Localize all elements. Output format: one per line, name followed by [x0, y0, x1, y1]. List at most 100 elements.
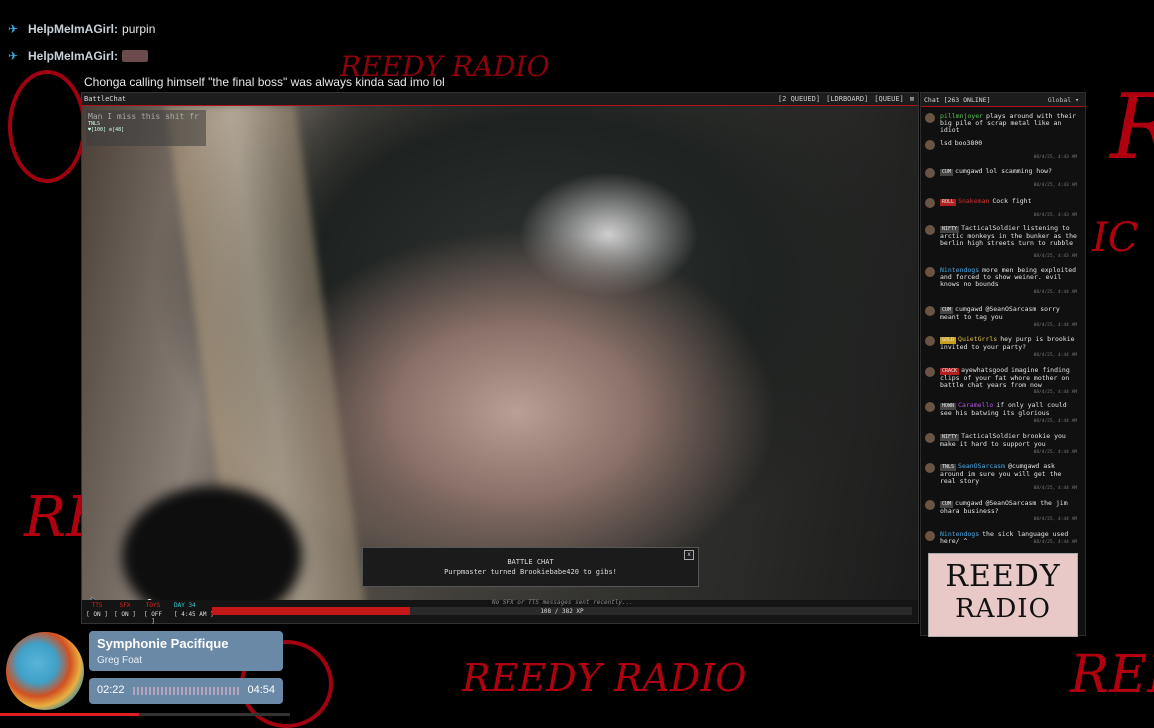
chat-message: HOWN Caramello if only yall could see his … — [925, 402, 1081, 424]
avatar[interactable] — [925, 113, 935, 123]
chat-badge: ROLL — [940, 199, 957, 206]
total-time: 04:54 — [247, 684, 275, 696]
overlay-chat-user: HelpMeImAGirl: — [28, 22, 119, 36]
leaderboard-button[interactable]: [LDRBOARD] — [826, 95, 868, 103]
avatar[interactable] — [925, 198, 935, 208]
overlay-chat-user: HelpMeImAGirl: — [28, 49, 119, 63]
chat-timestamp: 08/4/25, 4:44 AM — [1033, 450, 1077, 455]
chat-message: lsd boo3800 08/4/25, 4:43 AM — [925, 140, 1081, 160]
chat-text: boo3800 — [954, 139, 983, 147]
music-player: Symphonie Pacifique Greg Foat 02:22 04:5… — [0, 628, 290, 720]
close-window-icon[interactable]: ⊠ — [910, 95, 914, 103]
logo-line-2: RADIO — [955, 594, 1051, 624]
chat-message-body: HOWN Caramello if only yall could see his … — [940, 402, 1080, 417]
toggle-label: SFX — [119, 602, 131, 609]
chat-username[interactable]: cumgawd — [955, 167, 982, 175]
avatar[interactable] — [925, 433, 935, 443]
bg-r-right: R — [1110, 75, 1154, 180]
toggle-value: [ OFF ] — [143, 611, 163, 625]
current-time: 02:22 — [97, 684, 125, 696]
no-sfx-message: No SFX or TTS messages sent recently... — [492, 599, 633, 606]
chat-badge: CUM — [940, 169, 954, 176]
chat-username[interactable]: Caramello — [958, 401, 993, 409]
chat-timestamp: 08/4/25, 4:44 AM — [1033, 353, 1077, 358]
battle-notification: x BATTLE CHAT Purpmaster turned Brookieb… — [362, 547, 699, 587]
tts-toggle[interactable]: TTS [ ON ] — [86, 602, 108, 618]
sfx-toggle[interactable]: SFX [ ON ] — [114, 602, 136, 618]
xp-text: 108 / 382 XP — [540, 608, 584, 615]
window-buttons: [2 QUEUED] [LDRBOARD] [QUEUE] ⊠ — [778, 95, 914, 103]
avatar[interactable] — [925, 463, 935, 473]
track-card: Symphonie Pacifique Greg Foat — [89, 631, 283, 671]
chat-username[interactable]: TacticalSoldier — [961, 432, 1020, 440]
bg-reedy-radio-bottom: REEDY RADIO — [462, 656, 747, 700]
chat-username[interactable]: lsd — [940, 139, 952, 147]
overlay-chat-message: purpin — [122, 22, 156, 36]
toggle-value: [ ON ] — [86, 611, 108, 618]
chat-message: NIFTY TacticalSoldier listening to arctic … — [925, 225, 1081, 259]
chat-timestamp: 08/4/25, 4:44 AM — [1033, 419, 1077, 424]
queue-button[interactable]: [QUEUE] — [874, 95, 904, 103]
day-clock: DAY 34 [ 4:45 AM ] — [174, 602, 214, 618]
chat-scope-select[interactable]: Global ▾ — [1048, 96, 1079, 104]
avatar[interactable] — [925, 306, 935, 316]
chat-title: Chat [263 ONLINE] — [924, 96, 991, 104]
avatar[interactable] — [925, 140, 935, 150]
chat-message: Nintendogs more men being exploited and f… — [925, 267, 1081, 295]
avatar[interactable] — [925, 267, 935, 277]
chat-text: Cock fight — [992, 197, 1032, 205]
chat-message-body: CRACK ayewhatsgood imagine finding clips o… — [940, 367, 1080, 389]
avatar[interactable] — [925, 225, 935, 235]
chat-message-body: GOLD QuietGrrls hey purp is brookie invite… — [940, 336, 1080, 351]
queued-button[interactable]: [2 QUEUED] — [778, 95, 820, 103]
chat-timestamp: 08/4/25, 4:44 AM — [1033, 486, 1077, 491]
chat-message-body: lsd boo3800 — [940, 140, 1080, 147]
waveform — [133, 687, 241, 695]
notification-title: BATTLE CHAT — [507, 558, 554, 566]
overlay-chat-line: Chonga calling himself "the final boss" … — [84, 71, 445, 93]
track-title: Symphonie Pacifique — [97, 636, 229, 651]
chat-message: NIFTY TacticalSoldier brookie you make it … — [925, 433, 1081, 455]
emote-icon — [122, 50, 149, 62]
chat-username[interactable]: SeanOSarcasm — [958, 462, 1005, 470]
chat-username[interactable]: ayewhatsgood — [961, 366, 1008, 374]
chat-username[interactable]: TacticalSoldier — [961, 224, 1020, 232]
avatar[interactable] — [925, 531, 935, 541]
chat-username[interactable]: Snakeman — [958, 197, 989, 205]
chat-username[interactable]: cumgawd — [955, 305, 982, 313]
chat-message: CRACK ayewhatsgood imagine finding clips o… — [925, 367, 1081, 395]
chat-message-body: NIFTY TacticalSoldier listening to arctic … — [940, 225, 1080, 247]
chat-message: ROLL Snakeman Cock fight 08/4/25, 4:43 AM — [925, 198, 1081, 218]
avatar[interactable] — [925, 168, 935, 178]
chat-message: Nintendogs the sick language used here/ ^… — [925, 531, 1081, 545]
chat-message-body: CUM cumgawd lol scamming how? — [940, 168, 1080, 176]
xp-bar: 108 / 382 XP — [212, 607, 912, 615]
toggle-value: [ ON ] — [114, 611, 136, 618]
music-progress-bar — [0, 713, 290, 716]
chat-username[interactable]: cumgawd — [955, 499, 982, 507]
avatar[interactable] — [925, 500, 935, 510]
avatar[interactable] — [925, 367, 935, 377]
chat-text: lol scamming how? — [985, 167, 1052, 175]
chat-timestamp: 08/4/25, 4:44 AM — [1033, 290, 1077, 295]
chat-timestamp: 08/4/25, 4:43 AM — [1033, 254, 1077, 259]
avatar[interactable] — [925, 402, 935, 412]
chat-timestamp: 08/4/25, 4:44 AM — [1033, 517, 1077, 522]
toys-toggle[interactable]: TOYS [ OFF ] — [142, 602, 164, 625]
window-titlebar: BattleChat [2 QUEUED] [LDRBOARD] [QUEUE]… — [82, 93, 918, 106]
battlechat-window: BattleChat [2 QUEUED] [LDRBOARD] [QUEUE]… — [81, 92, 919, 625]
avatar[interactable] — [925, 336, 935, 346]
chat-timestamp: 08/4/25, 4:43 AM — [1033, 155, 1077, 160]
chat-message-body: CUM cumgawd @SeanOSarcasm the jim ohara bu… — [940, 500, 1080, 515]
bg-ic-right: IC — [1092, 215, 1139, 261]
twitch-icon: ✈ — [7, 49, 19, 63]
chat-timestamp: 08/4/25, 4:44 AM — [1033, 390, 1077, 395]
video-player[interactable]: Man I miss this shit fr TNLS ♥[100] ⚙[48… — [82, 106, 918, 600]
chat-timestamp: 08/4/25, 4:43 AM — [1033, 213, 1077, 218]
chat-scope-label: Global — [1047, 96, 1072, 104]
chat-message-body: NIFTY TacticalSoldier brookie you make it … — [940, 433, 1080, 448]
overlay-chat-line: ✈ HelpMeImAGirl: purpin — [0, 18, 155, 40]
chat-message: CUM cumgawd lol scamming how? 08/4/25, 4:43… — [925, 168, 1081, 188]
chat-username[interactable]: QuietGrrls — [958, 335, 997, 343]
day-label: DAY 34 — [174, 602, 196, 609]
